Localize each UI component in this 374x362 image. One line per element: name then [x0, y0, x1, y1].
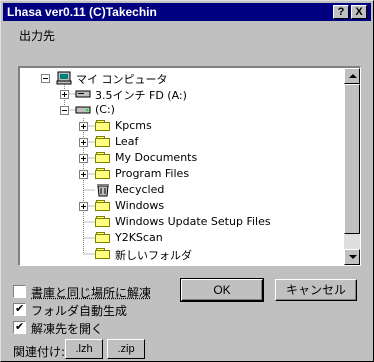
extract-same-location-checkbox[interactable]	[13, 285, 26, 298]
tree-item-label: My Documents	[115, 151, 198, 164]
folder-icon	[95, 136, 111, 148]
folder-icon	[95, 152, 111, 164]
expand-icon[interactable]	[79, 122, 88, 131]
tree-item-label: マイ コンピュータ	[76, 73, 168, 86]
floppy-drive-icon	[75, 90, 91, 98]
tree-item-label: Windows	[115, 199, 165, 212]
tree-item-label: 3.5インチ FD (A:)	[95, 89, 187, 102]
expand-icon[interactable]	[60, 90, 69, 99]
folder-icon	[95, 232, 111, 244]
scroll-down-button[interactable]	[344, 249, 360, 265]
tree-item-folder[interactable]: Program Files	[20, 166, 340, 182]
folder-tree[interactable]: マイ コンピュータ 3.5インチ FD (A:) (C:) Kpcms Leaf…	[18, 66, 361, 266]
folder-icon	[95, 216, 111, 228]
associate-lzh-button[interactable]: .lzh	[65, 339, 103, 359]
lhasa-window: Lhasa ver0.11 (C)Takechin ? X 出力先 マイ コンピ…	[0, 0, 374, 362]
down-arrow-icon	[349, 255, 357, 259]
scroll-up-button[interactable]	[344, 68, 360, 84]
tree-item-folder[interactable]: Windows	[20, 198, 340, 214]
checkmark-icon: ✔	[15, 320, 25, 333]
tree-item-label: Program Files	[115, 167, 190, 180]
open-destination-checkbox[interactable]: ✔	[13, 320, 26, 334]
tree-item-folder[interactable]: Windows Update Setup Files	[20, 214, 340, 230]
hard-drive-icon	[75, 106, 91, 114]
folder-icon	[95, 168, 111, 180]
open-destination-label[interactable]: 解凍先を開く	[31, 320, 103, 337]
title-bar[interactable]: Lhasa ver0.11 (C)Takechin ? X	[3, 3, 371, 21]
tree-item-label: Y2KScan	[115, 231, 163, 244]
tree-item-folder[interactable]: Y2KScan	[20, 230, 340, 246]
tree-item-my-computer[interactable]: マイ コンピュータ	[20, 70, 340, 86]
tree-item-recycled[interactable]: Recycled	[20, 182, 340, 198]
tree-item-floppy[interactable]: 3.5インチ FD (A:)	[20, 86, 340, 102]
my-computer-icon	[56, 71, 72, 85]
association-label: 関連付け:	[13, 345, 66, 359]
expand-icon[interactable]	[79, 138, 88, 147]
auto-create-folder-checkbox[interactable]: ✔	[13, 302, 26, 316]
scroll-thumb[interactable]	[344, 84, 360, 234]
cancel-button[interactable]: キャンセル	[275, 279, 357, 301]
tree-item-label: 新しいフォルダ	[115, 249, 192, 262]
tree-item-folder[interactable]: My Documents	[20, 150, 340, 166]
window-title: Lhasa ver0.11 (C)Takechin	[7, 5, 157, 19]
tree-item-label: Recycled	[115, 183, 165, 196]
tree-item-label: Windows Update Setup Files	[115, 215, 271, 228]
destination-heading: 出力先	[19, 29, 56, 43]
auto-create-folder-label[interactable]: フォルダ自動生成	[31, 302, 127, 319]
tree-item-label: Kpcms	[115, 119, 152, 132]
associate-zip-button[interactable]: .zip	[107, 339, 145, 359]
extract-same-location-label[interactable]: 書庫と同じ場所に解凍	[31, 284, 151, 301]
checkmark-icon: ✔	[15, 302, 25, 315]
tree-item-folder[interactable]: Leaf	[20, 134, 340, 150]
tree-item-label: Leaf	[115, 135, 139, 148]
folder-icon	[95, 248, 111, 260]
folder-icon	[95, 120, 111, 132]
up-arrow-icon	[349, 74, 357, 78]
folder-icon	[95, 200, 111, 212]
expand-icon[interactable]	[79, 202, 88, 211]
tree-item-label: (C:)	[95, 103, 115, 116]
expand-icon[interactable]	[79, 170, 88, 179]
vertical-scrollbar[interactable]	[344, 68, 360, 265]
help-button[interactable]: ?	[333, 5, 349, 19]
tree-item-folder[interactable]: Kpcms	[20, 118, 340, 134]
expand-icon[interactable]	[79, 154, 88, 163]
close-button[interactable]: X	[351, 5, 367, 19]
collapse-icon[interactable]	[41, 74, 50, 83]
tree-item-drive-c[interactable]: (C:)	[20, 102, 340, 118]
collapse-icon[interactable]	[60, 106, 69, 115]
ok-button[interactable]: OK	[180, 278, 264, 302]
tree-item-folder[interactable]: 新しいフォルダ	[20, 246, 340, 262]
recycle-bin-icon	[97, 184, 109, 197]
